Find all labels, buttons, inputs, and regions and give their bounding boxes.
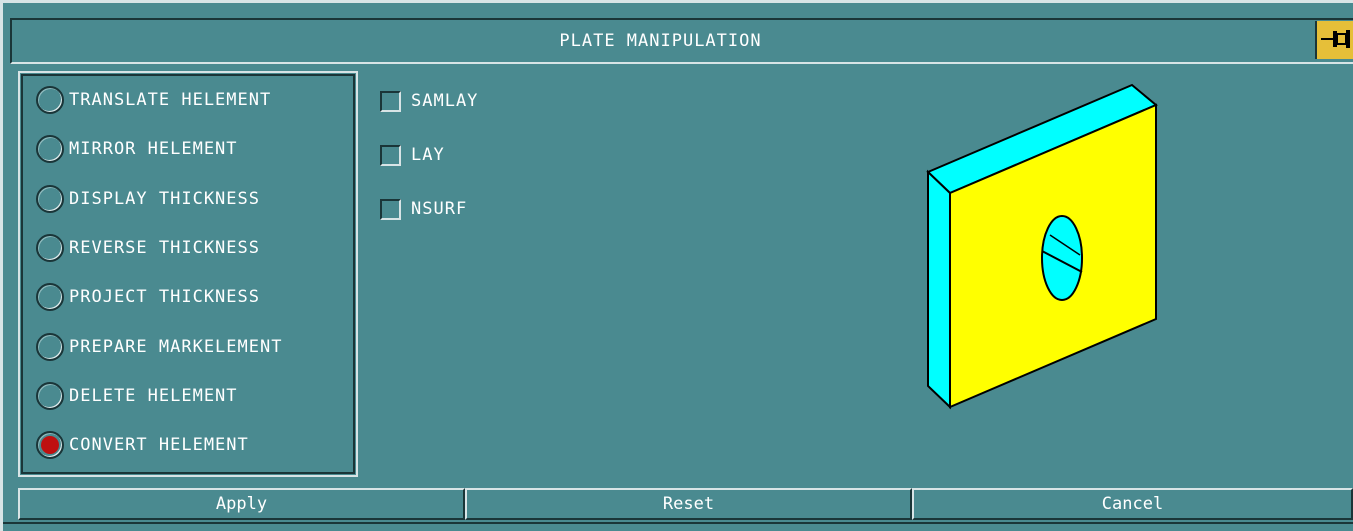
plate-side-edge xyxy=(927,169,951,410)
radio-option-7[interactable]: CONVERT HELEMENT xyxy=(18,423,348,467)
radio-selected-icon[interactable] xyxy=(36,431,64,460)
checkbox-label: LAY xyxy=(411,145,445,165)
radio-unselected-icon[interactable] xyxy=(36,332,64,361)
action-button-bar: Apply Reset Cancel xyxy=(18,488,1353,520)
checkbox-samlay[interactable]: SAMLAY xyxy=(380,83,478,119)
radio-unselected-icon[interactable] xyxy=(36,233,64,262)
checkbox-box[interactable] xyxy=(380,90,401,112)
radio-option-0[interactable]: TRANSLATE HELEMENT xyxy=(18,78,348,122)
radio-option-label: DISPLAY THICKNESS xyxy=(69,188,260,209)
radio-option-2[interactable]: DISPLAY THICKNESS xyxy=(18,177,348,221)
radio-option-label: MIRROR HELEMENT xyxy=(69,139,238,160)
checkbox-nsurf[interactable]: NSURF xyxy=(380,191,467,227)
plate-diagram xyxy=(926,83,1158,410)
pushpin-icon xyxy=(1321,30,1350,48)
radio-option-label: REVERSE THICKNESS xyxy=(69,237,260,258)
checkbox-box[interactable] xyxy=(380,144,401,166)
radio-option-label: TRANSLATE HELEMENT xyxy=(69,90,272,110)
radio-unselected-icon[interactable] xyxy=(36,86,64,114)
radio-option-5[interactable]: PREPARE MARKELEMENT xyxy=(18,325,348,369)
radio-option-label: CONVERT HELEMENT xyxy=(69,435,249,456)
reset-button[interactable]: Reset xyxy=(465,488,912,520)
radio-option-6[interactable]: DELETE HELEMENT xyxy=(18,374,348,418)
apply-button[interactable]: Apply xyxy=(18,488,465,520)
checkbox-box[interactable] xyxy=(380,198,401,220)
dialog-title: PLATE MANIPULATION xyxy=(559,31,762,51)
radio-option-label: PREPARE MARKELEMENT xyxy=(69,336,283,357)
checkbox-label: SAMLAY xyxy=(411,91,479,111)
checkbox-lay[interactable]: LAY xyxy=(380,137,445,173)
radio-unselected-icon[interactable] xyxy=(36,381,64,410)
radio-unselected-icon[interactable] xyxy=(36,135,64,164)
pin-button[interactable] xyxy=(1315,21,1353,59)
radio-unselected-icon[interactable] xyxy=(36,184,64,213)
radio-unselected-icon[interactable] xyxy=(36,283,64,312)
radio-option-3[interactable]: REVERSE THICKNESS xyxy=(18,226,348,270)
checkbox-label: NSURF xyxy=(411,199,468,219)
radio-option-4[interactable]: PROJECT THICKNESS xyxy=(18,275,348,319)
radio-option-label: DELETE HELEMENT xyxy=(69,385,238,406)
radio-option-label: PROJECT THICKNESS xyxy=(69,287,260,308)
title-bar: PLATE MANIPULATION xyxy=(10,18,1353,64)
bottom-divider xyxy=(3,522,1353,524)
cancel-button[interactable]: Cancel xyxy=(912,488,1353,520)
radio-option-1[interactable]: MIRROR HELEMENT xyxy=(18,127,348,171)
plate-hole xyxy=(1041,215,1083,301)
